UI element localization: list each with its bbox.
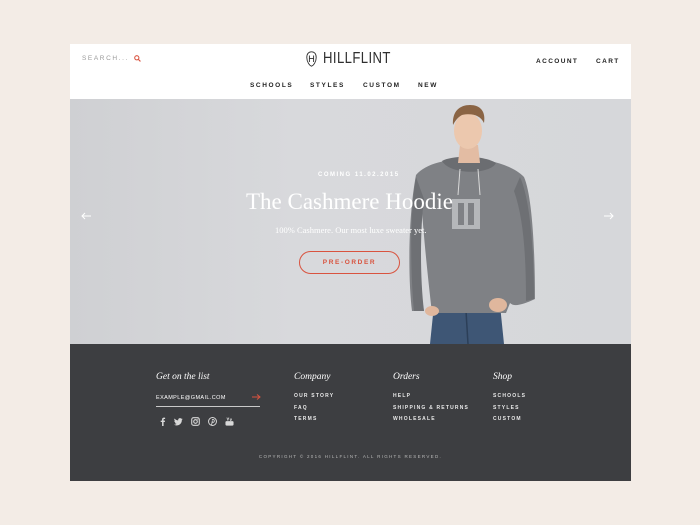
cart-link[interactable]: CART (596, 58, 620, 65)
site-footer: Get on the list EXAMPLE@GMAIL.COM Compan… (70, 344, 631, 481)
pre-order-button[interactable]: PRE-ORDER (299, 251, 400, 274)
footer-link-wholesale[interactable]: WHOLESALE (393, 416, 436, 422)
account-link[interactable]: ACCOUNT (536, 58, 578, 65)
hero-title: The Cashmere Hoodie (246, 189, 453, 214)
newsletter-email-field[interactable]: EXAMPLE@GMAIL.COM (156, 395, 226, 401)
footer-heading-shop: Shop (493, 372, 512, 382)
youtube-icon[interactable] (225, 417, 234, 426)
instagram-icon[interactable] (191, 417, 200, 426)
footer-link-schools[interactable]: SCHOOLS (493, 393, 526, 399)
footer-heading-company: Company (294, 372, 331, 382)
carousel-next-arrow-icon[interactable] (603, 211, 615, 221)
newsletter-submit-arrow-icon[interactable] (251, 393, 261, 401)
footer-link-faq[interactable]: FAQ (294, 405, 308, 411)
site-frame: SEARCH... HILLFLINT ACCOUNT CART SCHOOLS… (70, 44, 631, 481)
hero-subtitle: 100% Cashmere. Our most luxe sweater yet… (275, 225, 427, 235)
footer-link-custom[interactable]: CUSTOM (493, 416, 522, 422)
footer-link-shipping-returns[interactable]: SHIPPING & RETURNS (393, 405, 469, 411)
brand-logo[interactable]: HILLFLINT (306, 50, 406, 68)
nav-item-styles[interactable]: STYLES (310, 82, 345, 89)
hero-banner: COMING 11.02.2015 The Cashmere Hoodie 10… (70, 99, 631, 344)
nav-item-schools[interactable]: SCHOOLS (250, 82, 293, 89)
footer-link-help[interactable]: HELP (393, 393, 411, 399)
site-header: SEARCH... HILLFLINT ACCOUNT CART SCHOOLS… (70, 44, 631, 99)
brand-crest-icon (306, 51, 317, 67)
twitter-icon[interactable] (174, 417, 183, 426)
nav-item-custom[interactable]: CUSTOM (363, 82, 401, 89)
brand-name: HILLFLINT (323, 50, 391, 67)
main-nav: SCHOOLS STYLES CUSTOM NEW (70, 82, 631, 94)
newsletter-heading: Get on the list (156, 372, 210, 382)
footer-link-terms[interactable]: TERMS (294, 416, 318, 422)
hero-eyebrow: COMING 11.02.2015 (318, 172, 400, 178)
footer-link-our-story[interactable]: OUR STORY (294, 393, 334, 399)
search-icon (134, 55, 141, 62)
carousel-prev-arrow-icon[interactable] (80, 211, 92, 221)
pinterest-icon[interactable] (208, 417, 217, 426)
facebook-icon[interactable] (158, 417, 167, 426)
search-trigger[interactable]: SEARCH... (82, 55, 141, 62)
footer-heading-orders: Orders (393, 372, 420, 382)
newsletter-email-underline (156, 406, 260, 407)
footer-link-styles[interactable]: STYLES (493, 405, 520, 411)
copyright-text: COPYRIGHT © 2016 HILLFLINT. ALL RIGHTS R… (258, 454, 443, 459)
hero-model-image (409, 105, 535, 344)
nav-item-new[interactable]: NEW (418, 82, 438, 89)
search-label: SEARCH... (82, 55, 129, 62)
